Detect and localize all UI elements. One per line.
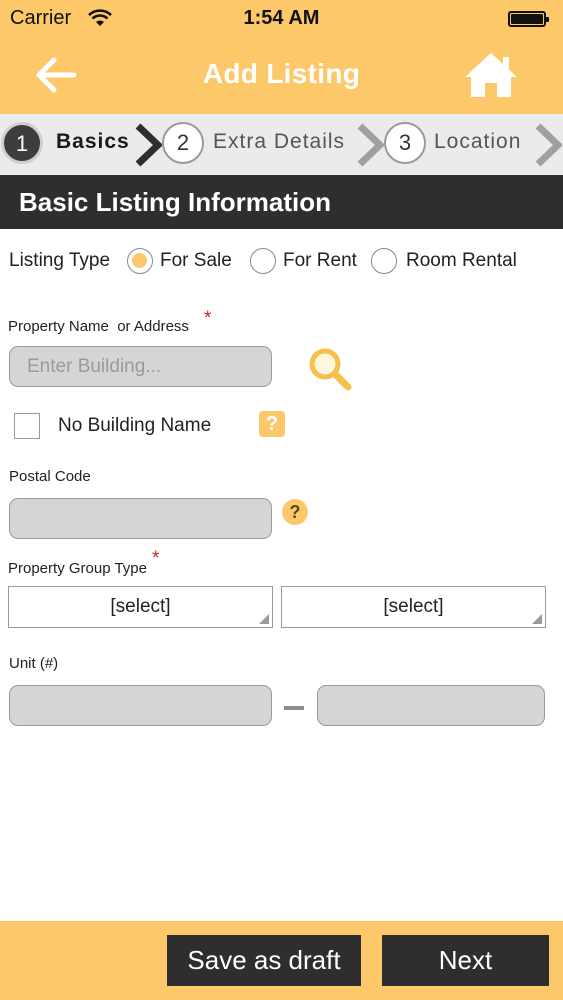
search-button[interactable] (306, 345, 354, 393)
step-1-label[interactable]: Basics (56, 130, 130, 154)
required-mark: * (204, 308, 212, 329)
unit-from-input[interactable] (9, 685, 272, 726)
property-name-label: Property Name or Address (8, 318, 189, 335)
chevron-right-icon (535, 123, 562, 167)
required-mark: * (152, 548, 160, 569)
chevron-right-icon (357, 123, 384, 167)
postal-code-label: Postal Code (9, 468, 91, 485)
radio-for-sale[interactable] (127, 248, 153, 274)
help-icon[interactable]: ? (259, 411, 285, 437)
radio-for-sale-label[interactable]: For Sale (160, 250, 232, 272)
chevron-right-icon (135, 123, 162, 167)
property-group-select-2[interactable]: [select] (281, 586, 546, 628)
radio-room-rental[interactable] (371, 248, 397, 274)
step-3-label[interactable]: Location (434, 130, 521, 154)
property-group-label: Property Group Type (8, 560, 147, 577)
select-value: [select] (110, 596, 171, 617)
section-title: Basic Listing Information (19, 187, 332, 217)
step-1-number[interactable]: 1 (1, 122, 43, 164)
status-time: 1:54 AM (243, 7, 320, 29)
save-draft-button[interactable]: Save as draft (167, 935, 361, 986)
listing-type-label: Listing Type (9, 250, 111, 271)
step-3-number[interactable]: 3 (384, 122, 426, 164)
unit-label: Unit (#) (9, 655, 59, 672)
property-group-select-1[interactable]: [select] (8, 586, 273, 628)
dropdown-corner-icon (259, 614, 269, 624)
help-icon[interactable]: ? (282, 499, 308, 525)
radio-room-rental-label[interactable]: Room Rental (406, 250, 517, 272)
search-icon (309, 348, 352, 391)
no-building-label[interactable]: No Building Name (58, 415, 211, 437)
home-icon (465, 53, 517, 97)
range-dash (284, 706, 304, 710)
no-building-checkbox[interactable] (14, 413, 40, 439)
select-value: [select] (383, 596, 444, 617)
unit-to-input[interactable] (317, 685, 545, 726)
next-button[interactable]: Next (382, 935, 549, 986)
dropdown-corner-icon (532, 614, 542, 624)
radio-for-rent[interactable] (250, 248, 276, 274)
radio-for-rent-label[interactable]: For Rent (283, 250, 357, 272)
step-2-number[interactable]: 2 (162, 122, 204, 164)
postal-code-input[interactable] (9, 498, 272, 539)
battery-icon (508, 11, 549, 27)
step-2-label[interactable]: Extra Details (213, 130, 345, 154)
home-button[interactable] (462, 50, 520, 100)
property-name-input[interactable] (9, 346, 272, 387)
